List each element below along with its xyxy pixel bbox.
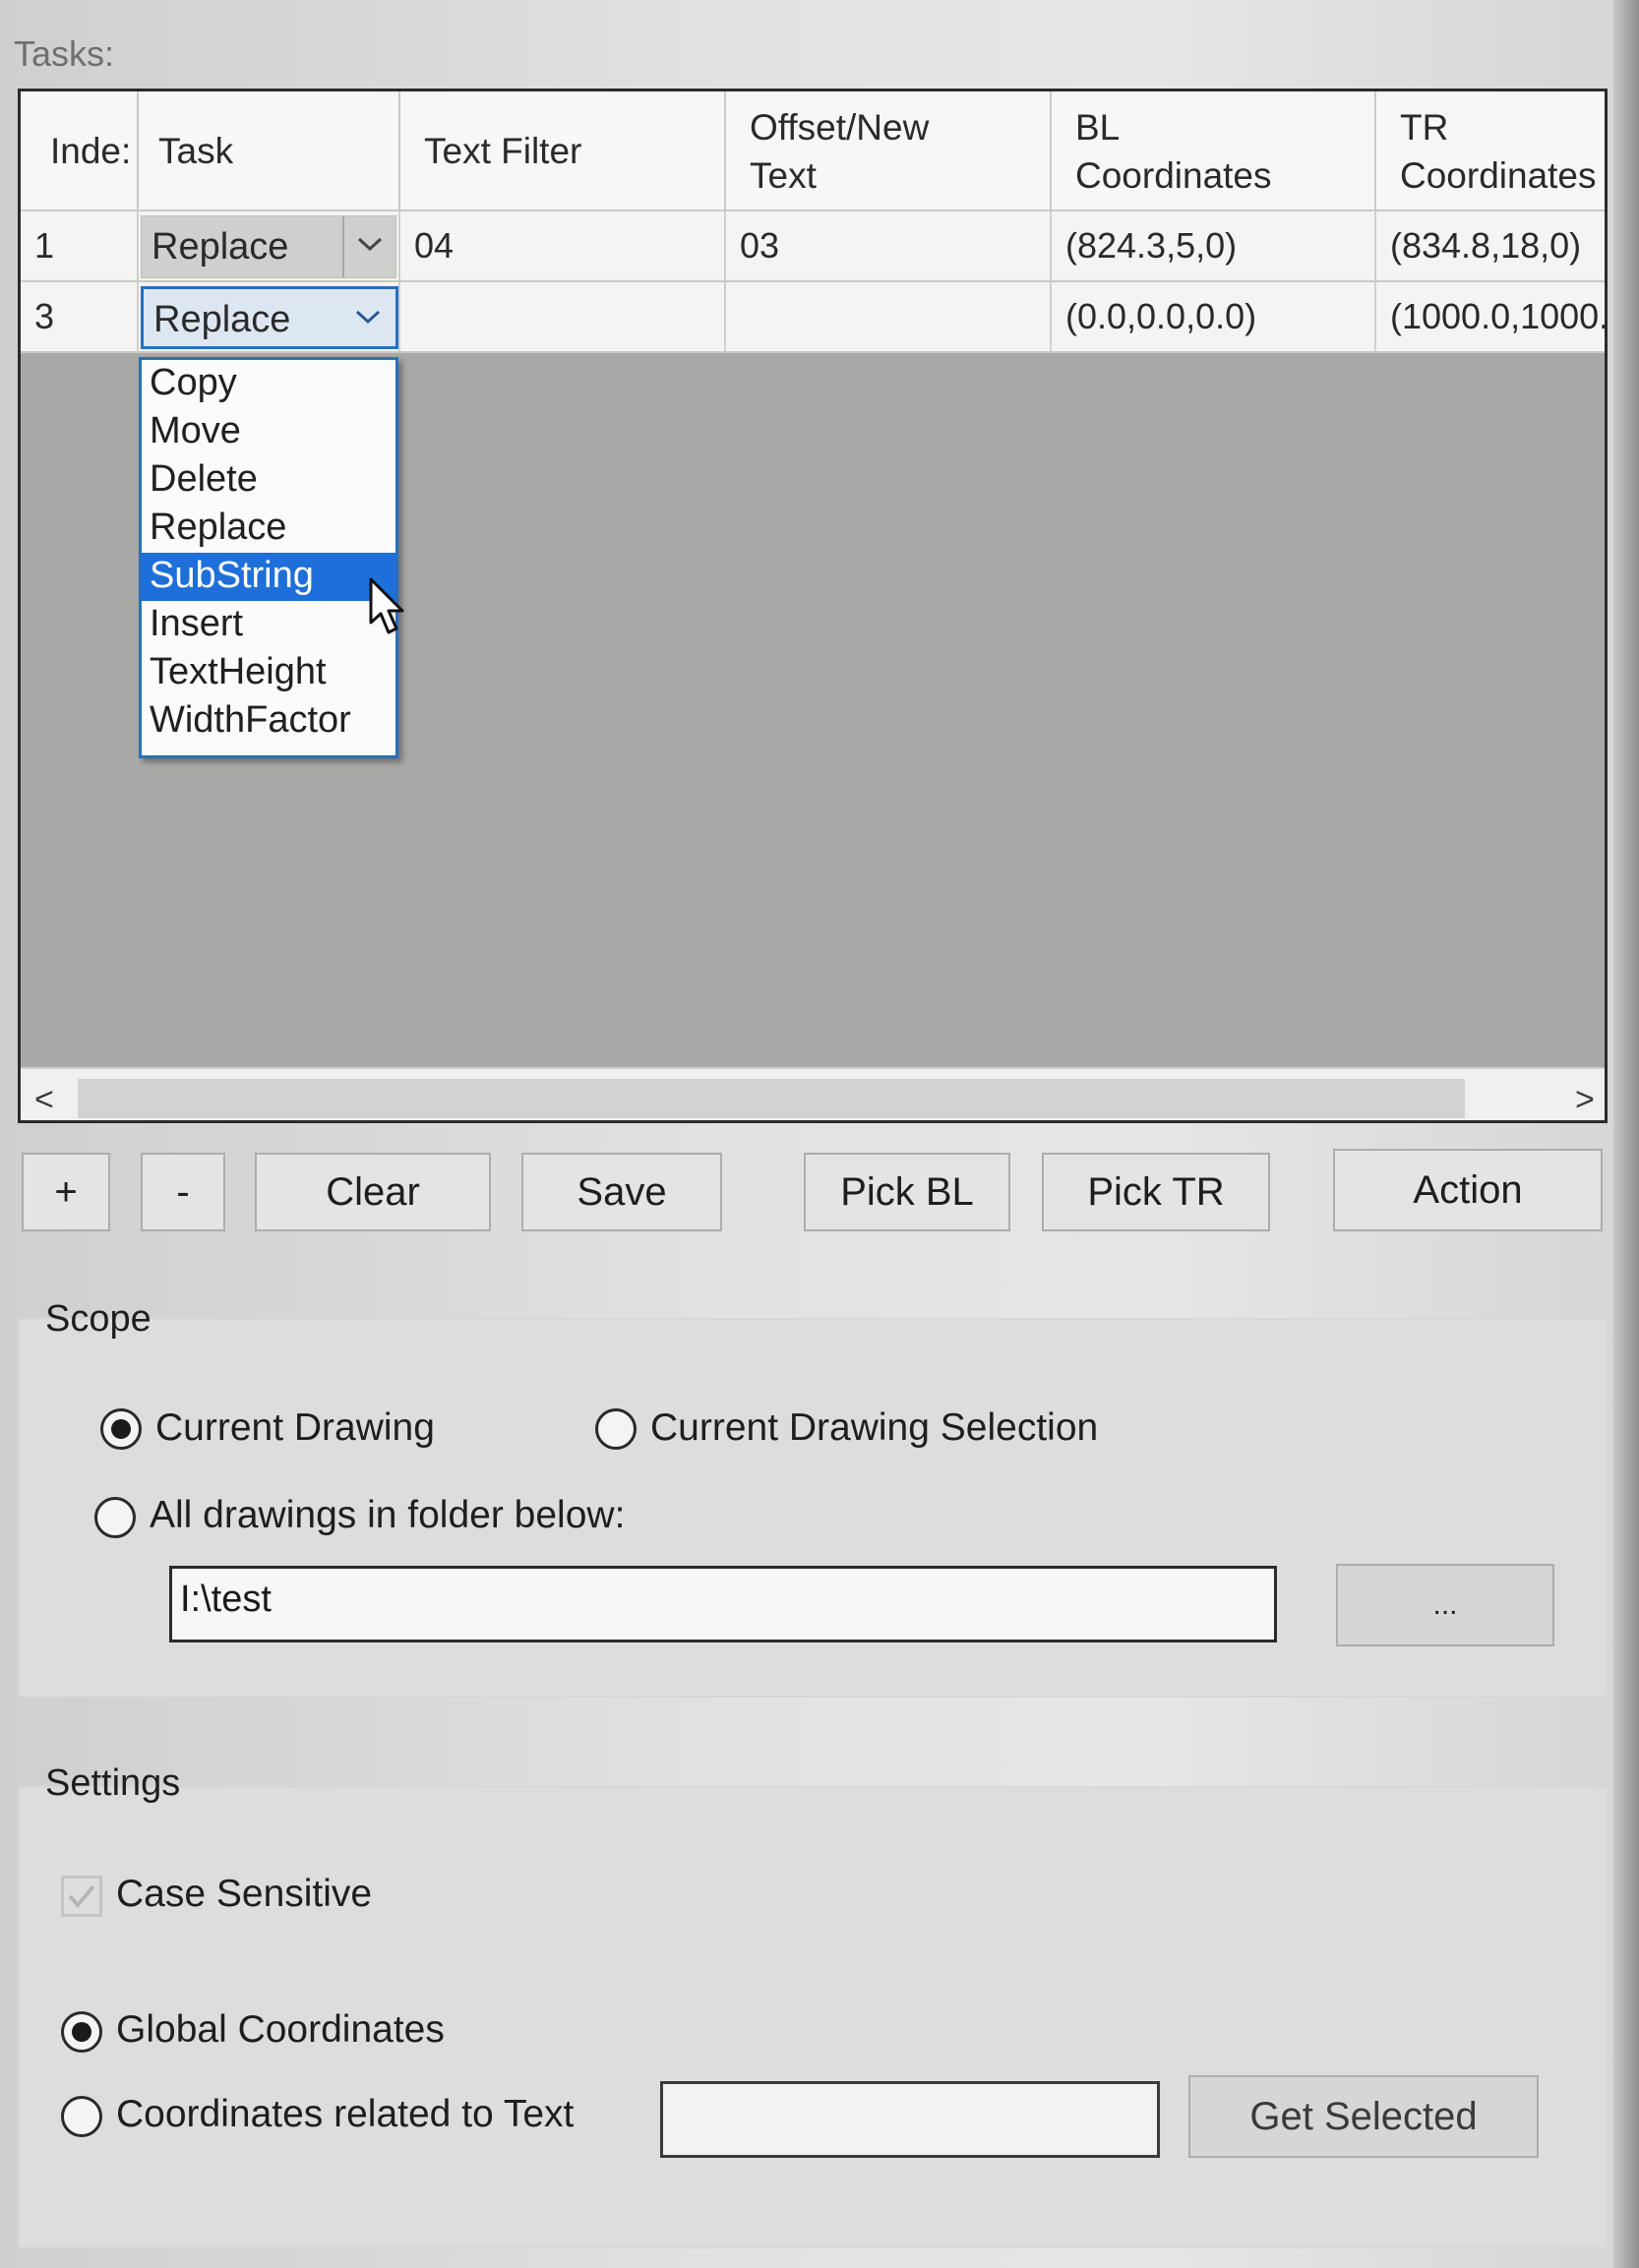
task-combobox-value: Replace [152,226,289,268]
case-sensitive-checkbox[interactable] [61,1876,102,1917]
column-header-index[interactable]: Inde: [21,91,139,211]
cell-text-filter[interactable] [400,282,726,351]
radio-all-drawings[interactable] [94,1497,136,1538]
column-header-task[interactable]: Task [139,91,400,211]
column-header-bl-line1: BL [1075,107,1121,148]
remove-task-button[interactable]: - [141,1153,225,1231]
dropdown-option-copy[interactable]: Copy [142,360,395,408]
cell-task: Replace [139,211,400,280]
scroll-right-arrow[interactable]: > [1575,1081,1595,1119]
dropdown-option-replace[interactable]: Replace [142,505,395,553]
radio-global-coordinates[interactable] [61,2011,102,2053]
dropdown-option-widthfactor[interactable]: WidthFactor [142,697,395,746]
cell-index: 3 [21,282,139,351]
radio-current-drawing[interactable] [100,1408,142,1450]
mouse-cursor-icon [369,577,404,634]
column-header-text-filter-label: Text Filter [424,131,582,171]
cell-tr[interactable]: (834.8,18,0) [1376,211,1605,280]
column-header-bl-line2: Coordinates [1075,155,1272,196]
get-selected-button[interactable]: Get Selected [1188,2075,1539,2158]
browse-folder-button[interactable]: ... [1336,1564,1554,1646]
column-header-offset-line1: Offset/New [750,107,930,148]
pick-tr-button[interactable]: Pick TR [1042,1153,1270,1231]
table-row[interactable]: 3 Replace (0.0,0.0,0.0) (1000.0,1000.0, [21,282,1605,353]
cell-tr[interactable]: (1000.0,1000.0, [1376,282,1605,351]
dropdown-option-textheight[interactable]: TextHeight [142,649,395,697]
column-header-tr[interactable]: TR Coordinates [1376,91,1605,211]
chevron-down-icon[interactable] [342,289,395,346]
radio-coordinates-related-label[interactable]: Coordinates related to Text [116,2093,574,2136]
case-sensitive-label[interactable]: Case Sensitive [116,1873,372,1916]
cell-bl[interactable]: (824.3,5,0) [1052,211,1376,280]
column-header-tr-line2: Coordinates [1400,155,1597,196]
task-dropdown-list[interactable]: Copy Move Delete Replace SubString Inser… [139,357,398,758]
radio-global-coordinates-label[interactable]: Global Coordinates [116,2008,445,2052]
clear-button[interactable]: Clear [255,1153,491,1231]
column-header-offset-line2: Text [750,155,817,196]
radio-all-drawings-label[interactable]: All drawings in folder below: [150,1494,625,1537]
pick-bl-button[interactable]: Pick BL [804,1153,1010,1231]
scroll-left-arrow[interactable]: < [34,1081,54,1119]
window-edge [1613,0,1639,2268]
cell-text-filter[interactable]: 04 [400,211,726,280]
task-combobox-active[interactable]: Replace [141,286,398,349]
action-button[interactable]: Action [1333,1149,1603,1231]
settings-title: Settings [45,1762,181,1804]
radio-current-drawing-label[interactable]: Current Drawing [155,1406,435,1450]
radio-selected-dot [72,2022,91,2042]
cell-offset[interactable]: 03 [726,211,1052,280]
tasks-label: Tasks: [14,33,115,74]
dropdown-option-insert[interactable]: Insert [142,601,395,649]
dropdown-option-substring[interactable]: SubString [142,553,395,601]
column-header-tr-line1: TR [1400,107,1449,148]
column-header-text-filter[interactable]: Text Filter [400,91,726,211]
column-header-bl[interactable]: BL Coordinates [1052,91,1376,211]
radio-current-drawing-selection[interactable] [595,1408,637,1450]
task-combobox[interactable]: Replace [141,215,396,278]
cell-bl[interactable]: (0.0,0.0,0.0) [1052,282,1376,351]
cell-index: 1 [21,211,139,280]
tasks-grid[interactable]: Inde: Task Text Filter Offset/New Text B… [18,89,1608,1123]
column-header-offset[interactable]: Offset/New Text [726,91,1052,211]
scrollbar-thumb[interactable] [78,1079,1465,1118]
dropdown-option-move[interactable]: Move [142,408,395,456]
add-task-button[interactable]: + [22,1153,110,1231]
table-row[interactable]: 1 Replace 04 03 (824.3,5,0) (834.8,18,0) [21,211,1605,282]
task-combobox-value: Replace [153,299,291,340]
chevron-down-icon[interactable] [342,216,395,277]
coordinates-text-input[interactable] [660,2081,1160,2158]
column-header-task-label: Task [158,131,234,171]
horizontal-scrollbar[interactable]: < > [21,1067,1605,1120]
cell-offset[interactable] [726,282,1052,351]
folder-path-input[interactable]: I:\test [169,1566,1277,1642]
radio-selected-dot [111,1419,131,1439]
scope-title: Scope [45,1298,152,1340]
radio-current-drawing-selection-label[interactable]: Current Drawing Selection [650,1406,1098,1450]
checkmark-icon [68,1884,95,1909]
save-button[interactable]: Save [521,1153,722,1231]
radio-coordinates-related[interactable] [61,2096,102,2137]
dropdown-option-delete[interactable]: Delete [142,456,395,505]
column-header-index-label: Inde: [50,131,132,171]
cell-task: Replace [139,282,400,351]
